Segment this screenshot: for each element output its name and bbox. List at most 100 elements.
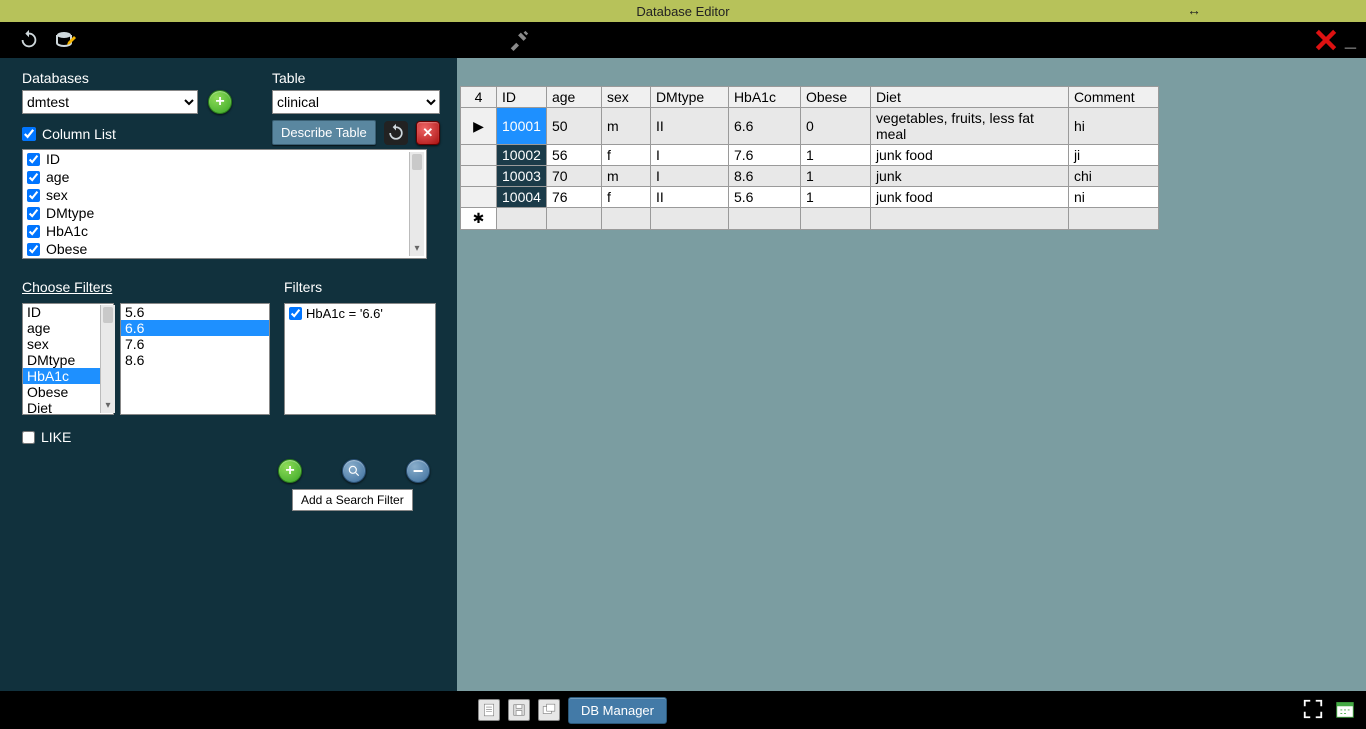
cell[interactable]: vegetables, fruits, less fat meal [870, 108, 1068, 145]
cell[interactable]: 6.6 [728, 108, 800, 145]
filter-value-item[interactable]: 6.6 [121, 320, 269, 336]
cell[interactable] [650, 208, 728, 230]
windows-icon[interactable] [538, 699, 560, 721]
new-row[interactable]: ✱ [461, 208, 1159, 230]
cell[interactable]: 1 [800, 166, 870, 187]
add-database-button[interactable]: + [208, 90, 232, 114]
cell[interactable] [497, 208, 547, 230]
cell[interactable] [870, 208, 1068, 230]
document-icon[interactable] [478, 699, 500, 721]
table-row[interactable]: 1000476fII5.61junk foodni [461, 187, 1159, 208]
cell[interactable]: ji [1068, 145, 1158, 166]
minimize-icon[interactable]: _ [1345, 29, 1356, 52]
cell[interactable]: chi [1068, 166, 1158, 187]
column-item[interactable]: sex [23, 186, 426, 204]
column-header[interactable]: ID [497, 87, 547, 108]
applied-filters-list[interactable]: HbA1c = '6.6' [284, 303, 436, 415]
row-selector[interactable]: ▶ [461, 108, 497, 145]
search-button[interactable] [342, 459, 366, 483]
cell[interactable]: I [650, 166, 728, 187]
like-checkbox[interactable] [22, 431, 35, 444]
column-header[interactable]: age [546, 87, 601, 108]
cell[interactable]: m [601, 108, 650, 145]
calendar-icon[interactable] [1334, 698, 1356, 723]
scrollbar[interactable]: ▾ [409, 152, 424, 256]
tools-icon[interactable] [508, 29, 530, 51]
cell[interactable] [800, 208, 870, 230]
cell[interactable]: 0 [800, 108, 870, 145]
cell[interactable]: junk food [870, 145, 1068, 166]
cell-id[interactable]: 10002 [497, 145, 547, 166]
filter-value-item[interactable]: 7.6 [121, 336, 269, 352]
close-icon[interactable] [1313, 27, 1339, 53]
filter-value-item[interactable]: 5.6 [121, 304, 269, 320]
cell[interactable] [601, 208, 650, 230]
cell[interactable]: 1 [800, 145, 870, 166]
cell[interactable]: II [650, 187, 728, 208]
refresh-icon[interactable] [18, 29, 40, 51]
column-checkbox[interactable] [27, 225, 40, 238]
cell[interactable]: 7.6 [728, 145, 800, 166]
row-selector[interactable] [461, 166, 497, 187]
column-item[interactable]: age [23, 168, 426, 186]
remove-filter-button[interactable]: − [406, 459, 430, 483]
edit-db-icon[interactable] [54, 28, 78, 52]
describe-table-button[interactable]: Describe Table [272, 120, 376, 145]
cell[interactable]: hi [1068, 108, 1158, 145]
column-checkbox[interactable] [27, 171, 40, 184]
db-manager-button[interactable]: DB Manager [568, 697, 667, 724]
cell[interactable]: 1 [800, 187, 870, 208]
table-select[interactable]: clinical [272, 90, 440, 114]
cell[interactable]: ni [1068, 187, 1158, 208]
cell[interactable]: 56 [546, 145, 601, 166]
scrollbar[interactable]: ▾ [100, 305, 115, 413]
cell-id[interactable]: 10001 [497, 108, 547, 145]
cell[interactable]: 50 [546, 108, 601, 145]
cell[interactable]: junk food [870, 187, 1068, 208]
add-filter-button[interactable]: + [278, 459, 302, 483]
column-header[interactable]: Diet [870, 87, 1068, 108]
column-checkbox[interactable] [27, 189, 40, 202]
fullscreen-icon[interactable] [1302, 698, 1324, 723]
cell[interactable] [1068, 208, 1158, 230]
cell[interactable] [546, 208, 601, 230]
column-list[interactable]: IDagesexDMtypeHbA1cObese ▾ [22, 149, 427, 259]
column-header[interactable]: Comment [1068, 87, 1158, 108]
column-header[interactable]: HbA1c [728, 87, 800, 108]
column-item[interactable]: HbA1c [23, 222, 426, 240]
save-icon[interactable] [508, 699, 530, 721]
filter-values-list[interactable]: 5.66.67.68.6 [120, 303, 270, 415]
cell[interactable]: f [601, 187, 650, 208]
data-grid[interactable]: 4IDagesexDMtypeHbA1cObeseDietComment▶100… [460, 86, 1159, 230]
row-selector[interactable] [461, 187, 497, 208]
table-row[interactable]: 1000256fI7.61junk foodji [461, 145, 1159, 166]
column-item[interactable]: ID [23, 150, 426, 168]
database-select[interactable]: dmtest [22, 90, 198, 114]
column-checkbox[interactable] [27, 243, 40, 256]
column-list-checkbox[interactable] [22, 127, 36, 141]
refresh-table-icon[interactable] [384, 121, 408, 145]
table-row[interactable]: ▶1000150mII6.60vegetables, fruits, less … [461, 108, 1159, 145]
cell[interactable]: junk [870, 166, 1068, 187]
cell[interactable] [728, 208, 800, 230]
cell[interactable]: 8.6 [728, 166, 800, 187]
resize-horizontal-icon[interactable]: ↔ [1187, 2, 1201, 18]
cell[interactable]: 5.6 [728, 187, 800, 208]
cell[interactable]: m [601, 166, 650, 187]
cell-id[interactable]: 10004 [497, 187, 547, 208]
column-item[interactable]: Obese [23, 240, 426, 258]
cell[interactable]: I [650, 145, 728, 166]
cell[interactable]: 76 [546, 187, 601, 208]
cell[interactable]: II [650, 108, 728, 145]
column-header[interactable]: sex [601, 87, 650, 108]
filter-value-item[interactable]: 8.6 [121, 352, 269, 368]
filter-checkbox[interactable] [289, 307, 302, 320]
column-checkbox[interactable] [27, 153, 40, 166]
column-item[interactable]: DMtype [23, 204, 426, 222]
table-row[interactable]: 1000370mI8.61junkchi [461, 166, 1159, 187]
cell[interactable]: f [601, 145, 650, 166]
column-header[interactable]: DMtype [650, 87, 728, 108]
cell[interactable]: 70 [546, 166, 601, 187]
row-selector[interactable] [461, 145, 497, 166]
applied-filter-item[interactable]: HbA1c = '6.6' [285, 304, 435, 323]
